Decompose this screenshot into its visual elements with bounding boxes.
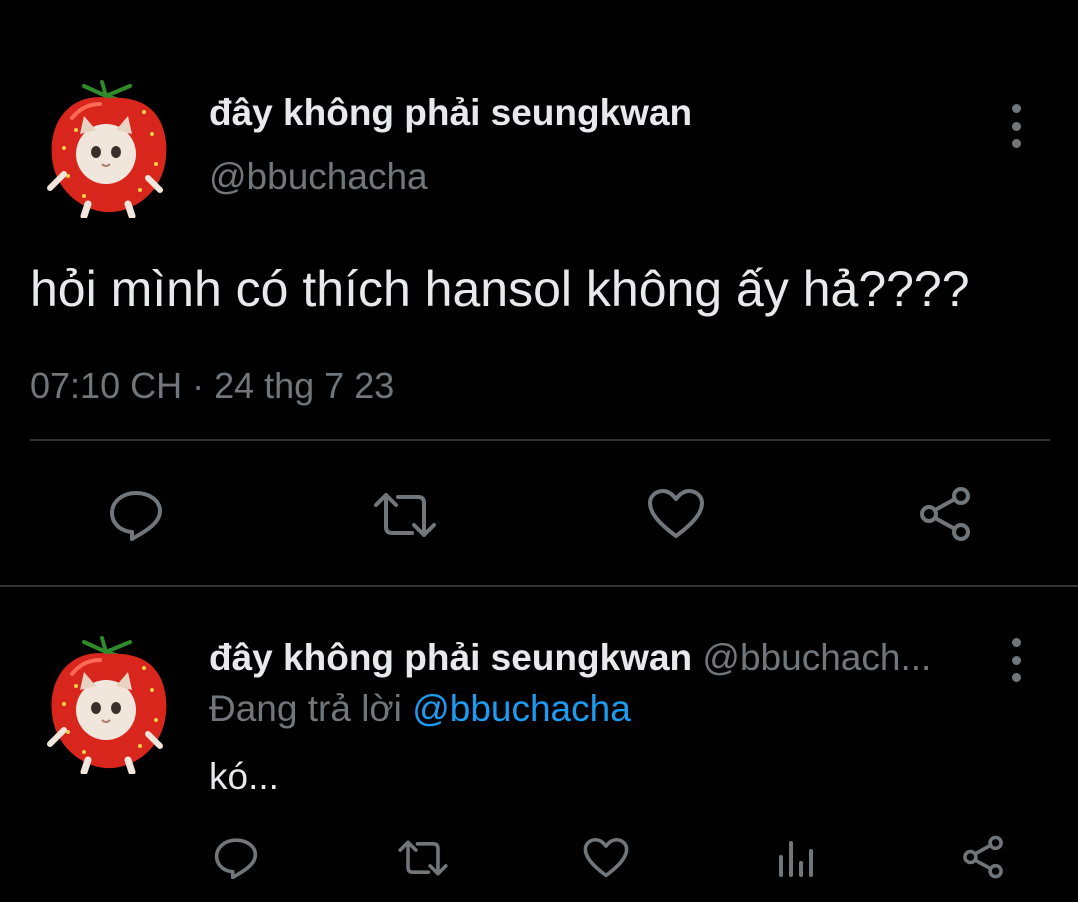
reply-retweet-button[interactable] <box>396 838 450 878</box>
reply-author-handle[interactable]: @bbuchach... <box>702 637 931 678</box>
like-icon <box>648 489 704 538</box>
reply-like-button[interactable] <box>582 836 630 880</box>
tweet-text: hỏi mình có thích hansol không ấy hả???? <box>30 261 970 317</box>
retweet-icon <box>398 840 448 876</box>
views-icon <box>779 841 813 877</box>
reply-views-button[interactable] <box>774 838 816 880</box>
replying-to: Đang trả lời @bbuchacha <box>209 688 631 730</box>
author-display-name[interactable]: đây không phải seungkwan <box>209 92 692 134</box>
share-icon <box>963 835 1003 879</box>
dot-icon <box>1011 139 1021 148</box>
replying-to-label: Đang trả lời <box>209 688 413 729</box>
reply-icon <box>214 838 258 879</box>
divider <box>30 439 1050 441</box>
like-button[interactable] <box>646 486 706 542</box>
dot-icon <box>1011 638 1021 647</box>
reply-header: đây không phải seungkwan @bbuchach... <box>209 637 931 679</box>
strawberry-cat-avatar-icon <box>47 80 167 218</box>
reply-author-display-name[interactable]: đây không phải seungkwan <box>209 637 692 678</box>
dot-icon <box>1011 673 1021 682</box>
author-handle[interactable]: @bbuchacha <box>209 156 428 198</box>
reply-more-options-button[interactable] <box>1006 638 1026 682</box>
reply-text: kó... <box>209 756 279 797</box>
strawberry-cat-avatar-icon <box>47 636 167 774</box>
reply-author-avatar[interactable] <box>44 634 174 774</box>
retweet-button[interactable] <box>370 488 440 542</box>
reply-reply-button[interactable] <box>212 836 260 880</box>
reply-button[interactable] <box>106 488 166 542</box>
author-avatar[interactable] <box>44 78 174 218</box>
share-button[interactable] <box>916 485 974 543</box>
like-icon <box>583 837 629 878</box>
replying-to-mention[interactable]: @bbuchacha <box>412 688 631 729</box>
reply-icon <box>110 491 162 541</box>
section-divider <box>0 585 1078 587</box>
dot-icon <box>1011 104 1021 113</box>
share-icon <box>920 487 970 541</box>
dot-icon <box>1011 121 1021 131</box>
reply-share-button[interactable] <box>960 834 1006 880</box>
retweet-icon <box>374 493 436 537</box>
dot-icon <box>1011 655 1021 665</box>
tweet-timestamp[interactable]: 07:10 CH · 24 thg 7 23 <box>30 365 394 407</box>
more-options-button[interactable] <box>1006 104 1026 148</box>
